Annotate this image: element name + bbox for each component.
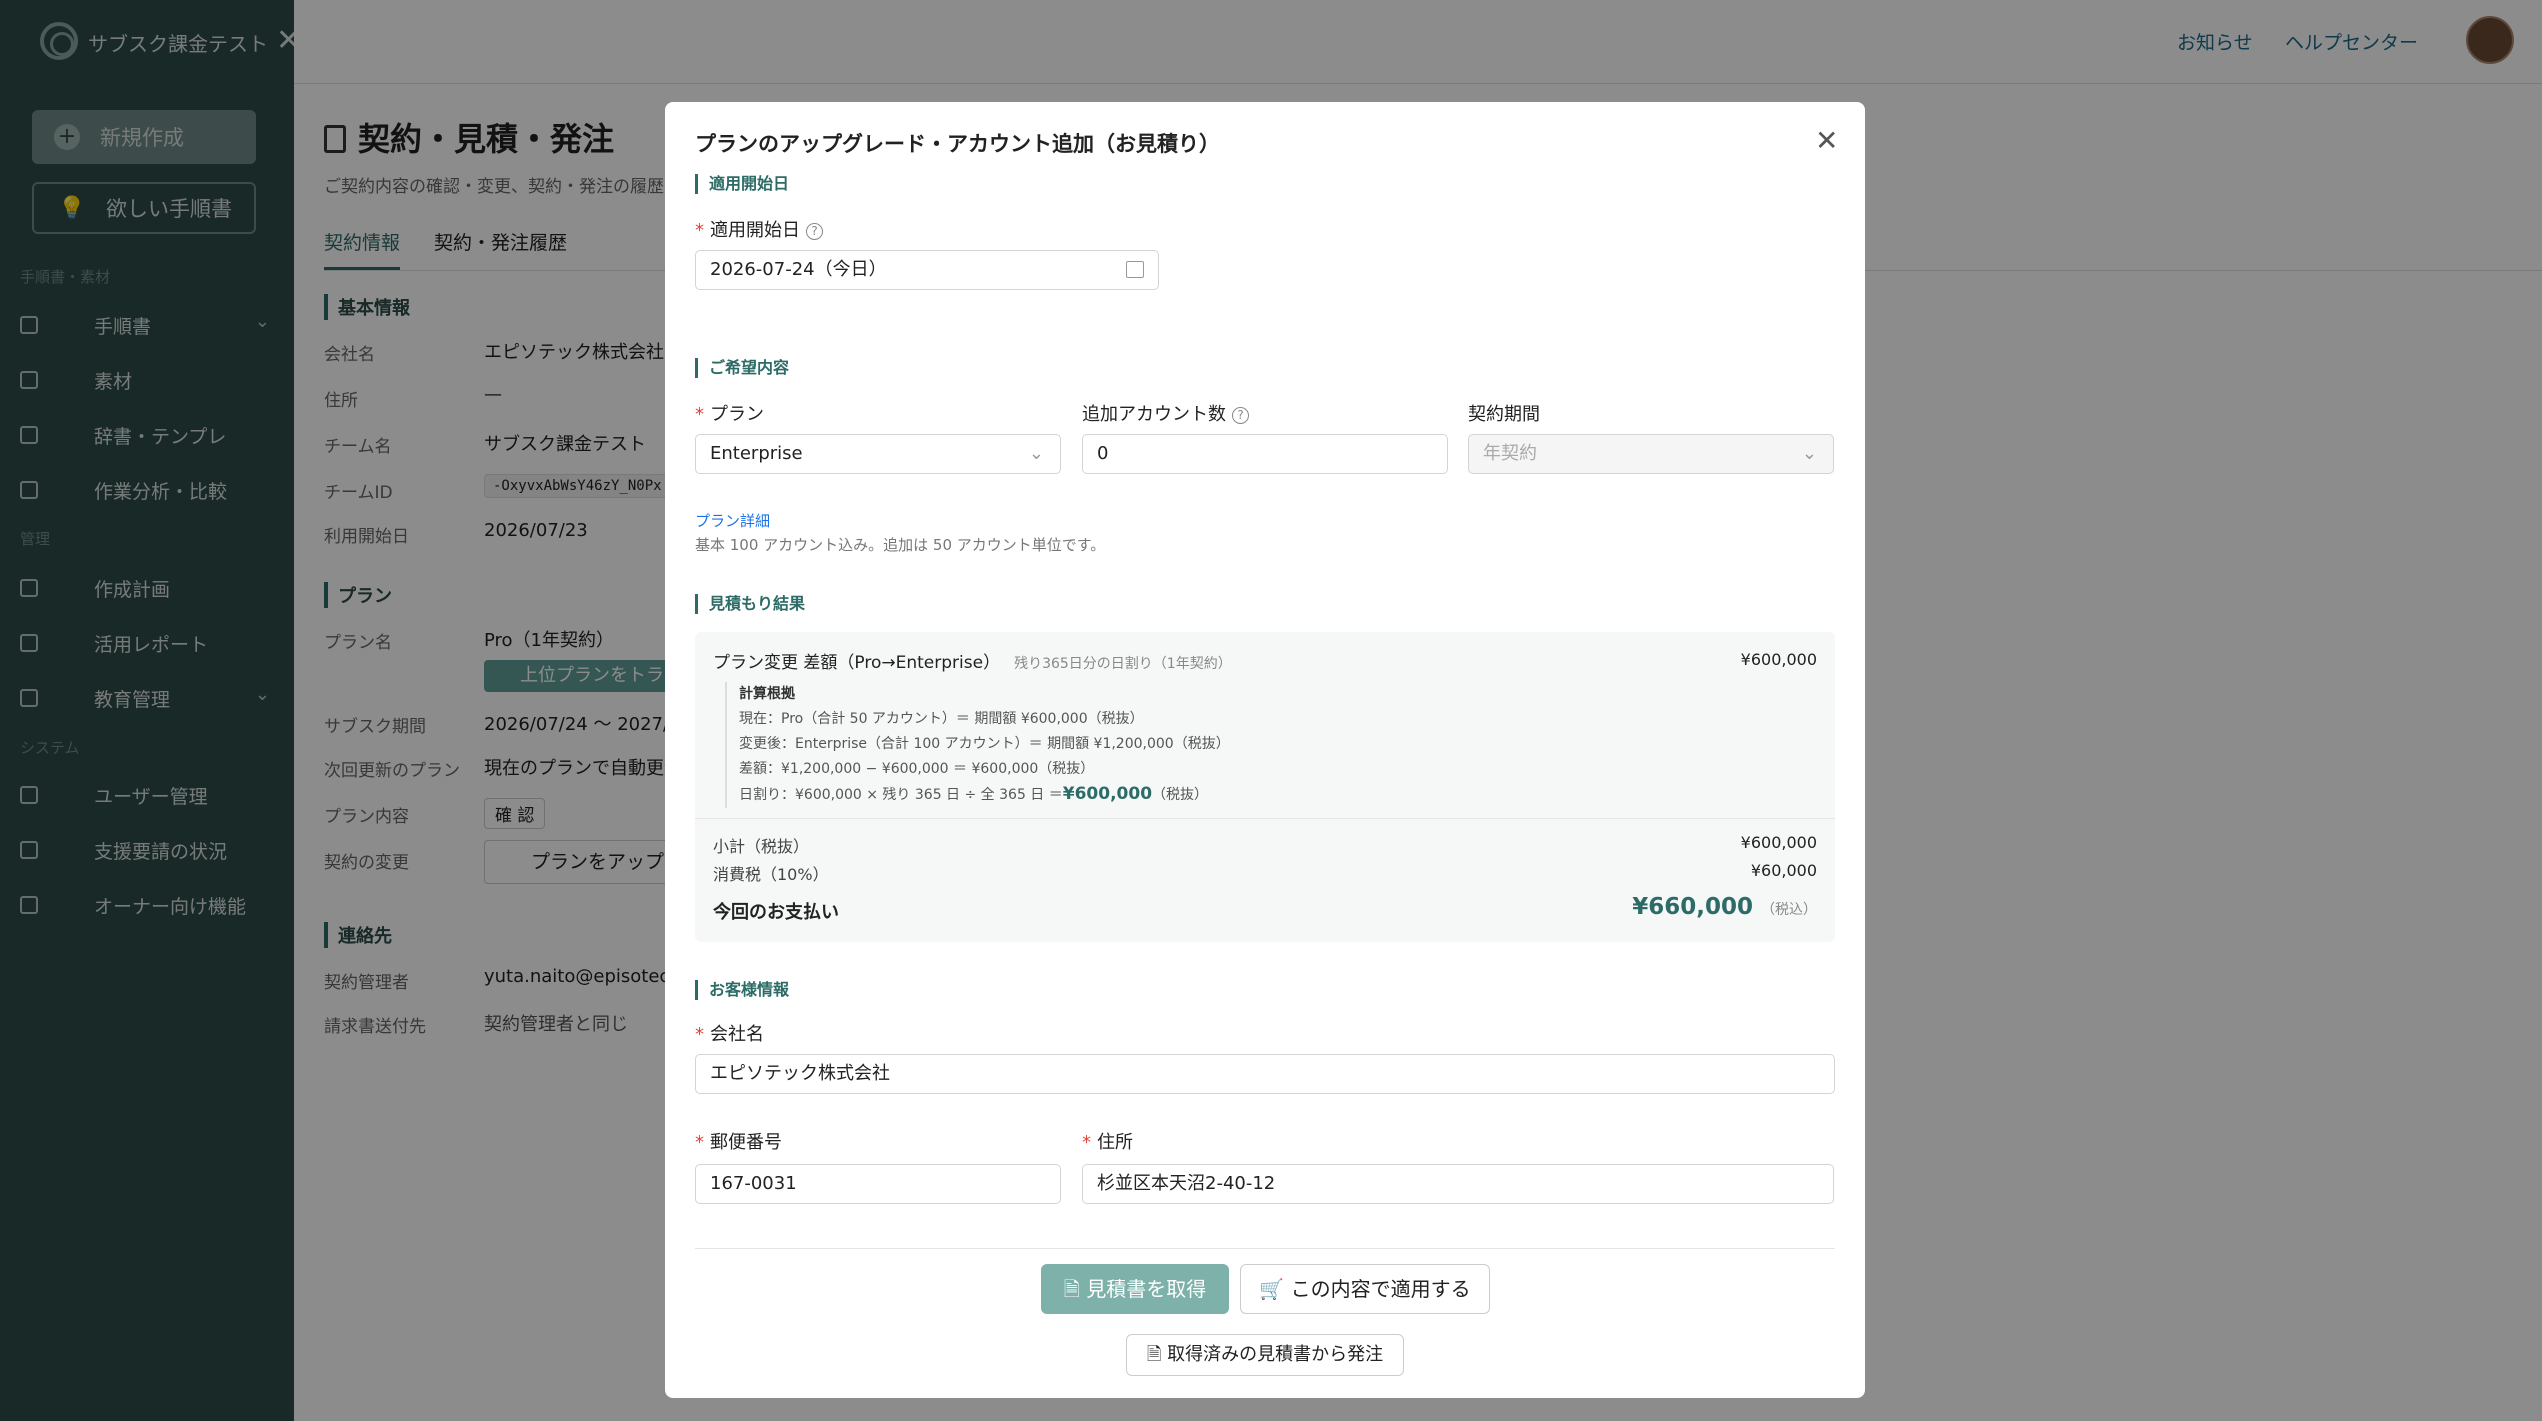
section-request: ご希望内容 bbox=[695, 358, 789, 378]
subtotal-label: 小計（税抜） bbox=[713, 837, 810, 856]
calc-basis: 計算根拠 現在：Pro（合計 50 アカウント）＝ 期間額 ¥600,000（税… bbox=[725, 682, 1230, 808]
calc-line: 現在：Pro（合計 50 アカウント）＝ 期間額 ¥600,000（税抜） bbox=[739, 711, 1144, 727]
subtotal-value: ¥600,000 bbox=[1740, 833, 1817, 852]
address-input[interactable]: 杉並区本天沼2-40-12 bbox=[1082, 1164, 1834, 1204]
section-start-date: 適用開始日 bbox=[695, 174, 789, 194]
total-label: 今回のお支払い bbox=[713, 902, 839, 923]
order-from-quote-button[interactable]: 🗎 取得済みの見積書から発注 bbox=[1126, 1334, 1404, 1376]
start-date-value: 2026-07-24（今日） bbox=[710, 259, 887, 280]
term-select: 年契約 ⌄ bbox=[1468, 434, 1834, 474]
accounts-label: 追加アカウント数? bbox=[1082, 400, 1249, 426]
modal-divider bbox=[695, 1248, 1835, 1249]
plan-label: * プラン bbox=[695, 404, 764, 425]
plan-select[interactable]: Enterprise ⌄ bbox=[695, 434, 1061, 474]
estimate-box: プラン変更 差額（Pro→Enterprise） 残り365日分の日割り（1年契約… bbox=[695, 632, 1835, 942]
calc-line: 日割り：¥600,000 × 残り 365 日 ÷ 全 365 日 ＝¥600,… bbox=[739, 784, 1209, 804]
chevron-down-icon: ⌄ bbox=[1801, 443, 1817, 464]
apply-label: この内容で適用する bbox=[1290, 1277, 1471, 1301]
apply-button[interactable]: 🛒 この内容で適用する bbox=[1240, 1264, 1490, 1314]
plan-hint: 基本 100 アカウント込み。追加は 50 アカウント単位です。 bbox=[695, 536, 1106, 554]
estimate-modal: プランのアップグレード・アカウント追加（お見積り） ✕ 適用開始日 * 適用開始日… bbox=[665, 102, 1865, 1398]
calc-line: 変更後：Enterprise（合計 100 アカウント）＝ 期間額 ¥1,200… bbox=[739, 736, 1230, 752]
calendar-icon bbox=[1126, 261, 1144, 278]
company-input[interactable]: エピソテック株式会社 bbox=[695, 1054, 1835, 1094]
zip-label: * 郵便番号 bbox=[695, 1132, 782, 1153]
help-icon[interactable]: ? bbox=[1232, 407, 1249, 424]
zip-input[interactable]: 167-0031 bbox=[695, 1164, 1061, 1204]
estimate-line-amount: ¥600,000 bbox=[1740, 650, 1817, 669]
document-icon: 🗎 bbox=[1146, 1344, 1168, 1365]
order-label: 取得済みの見積書から発注 bbox=[1167, 1344, 1384, 1365]
get-quote-label: 見積書を取得 bbox=[1086, 1277, 1207, 1301]
accounts-input[interactable]: 0 bbox=[1082, 434, 1448, 474]
section-customer: お客様情報 bbox=[695, 980, 789, 1000]
get-quote-button[interactable]: 🗎 見積書を取得 bbox=[1041, 1264, 1229, 1314]
plan-detail-link[interactable]: プラン詳細 bbox=[695, 510, 770, 531]
term-label: 契約期間 bbox=[1468, 404, 1540, 425]
modal-title: プランのアップグレード・アカウント追加（お見積り） bbox=[695, 132, 1220, 156]
plan-select-value: Enterprise bbox=[710, 443, 803, 464]
calc-title: 計算根拠 bbox=[739, 686, 795, 702]
calc-line: 差額：¥1,200,000 − ¥600,000 ＝ ¥600,000（税抜） bbox=[739, 761, 1095, 777]
company-label: * 会社名 bbox=[695, 1024, 764, 1045]
tax-label: 消費税（10%） bbox=[713, 865, 829, 884]
start-date-label: * 適用開始日? bbox=[695, 216, 823, 242]
cart-icon: 🛒 bbox=[1259, 1277, 1291, 1301]
address-label: * 住所 bbox=[1082, 1132, 1133, 1153]
section-estimate: 見積もり結果 bbox=[695, 594, 805, 614]
estimate-divider bbox=[695, 818, 1835, 819]
start-date-field[interactable]: 2026-07-24（今日） bbox=[695, 250, 1159, 290]
help-icon[interactable]: ? bbox=[806, 223, 823, 240]
document-icon: 🗎 bbox=[1063, 1277, 1087, 1301]
estimate-line: プラン変更 差額（Pro→Enterprise） 残り365日分の日割り（1年契約… bbox=[713, 653, 1232, 673]
tax-value: ¥60,000 bbox=[1750, 861, 1817, 880]
close-icon[interactable]: ✕ bbox=[1815, 124, 1838, 157]
term-select-value: 年契約 bbox=[1483, 443, 1537, 464]
chevron-down-icon: ⌄ bbox=[1028, 443, 1044, 464]
total-value: ¥660,000 （税込） bbox=[1632, 894, 1817, 920]
